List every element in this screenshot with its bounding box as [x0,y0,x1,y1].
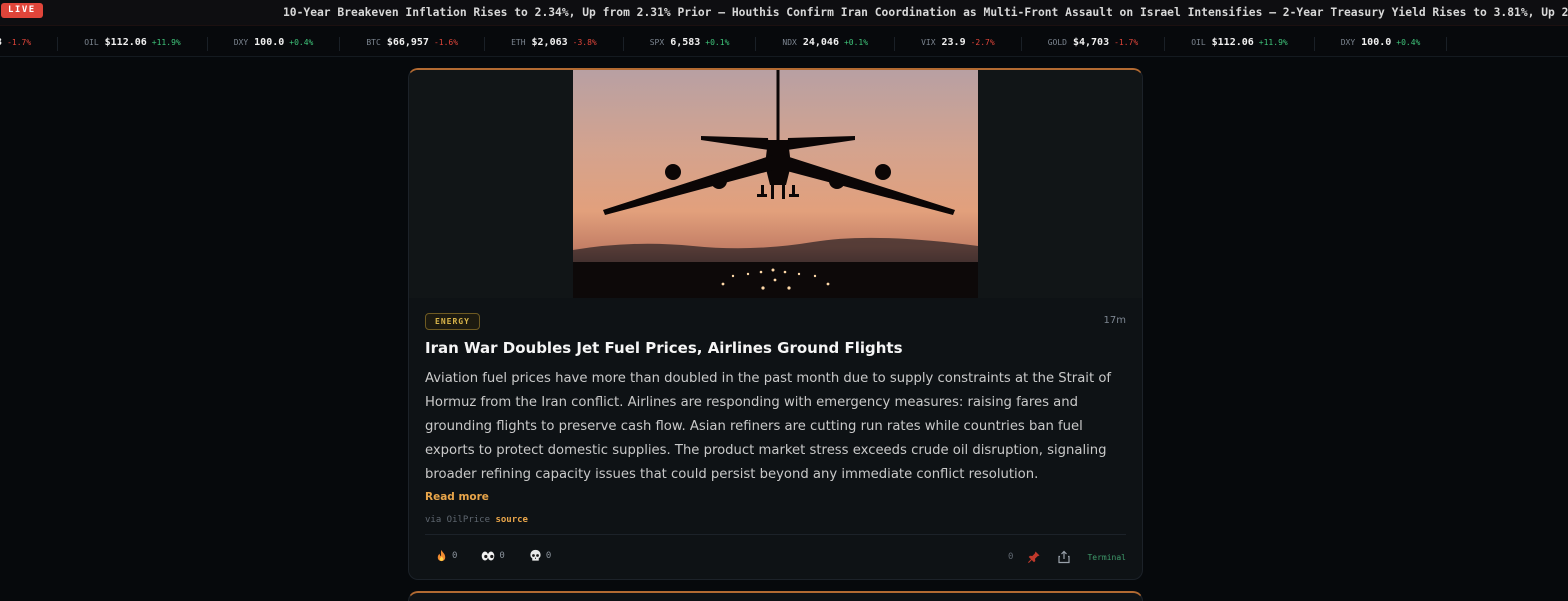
fire-icon [437,549,446,562]
quote-item[interactable]: OIL $112.06 +11.9% [1165,37,1315,51]
quote-change: -1.6% [433,38,459,47]
quote-change: +0.4% [289,38,314,47]
pin-button[interactable] [1025,548,1043,566]
article-image-airplane-landing [573,70,978,298]
quote-price: 6,583 [670,37,701,48]
quote-item[interactable]: SPX 6,583 +0.1% [624,37,757,51]
quote-item[interactable]: OIL $112.06 +11.9% [58,37,208,51]
reaction-bar: 0 0 0 [435,549,575,562]
quote-change: +0.1% [843,38,869,47]
market-quote-ticker: ,703 -1.7% OIL $112.06 +11.9% DXY 100.0 +0.4% BT… [0,27,1568,57]
quote-change: +11.9% [1258,38,1288,47]
pin-count: 0 [1008,552,1014,562]
read-more-link[interactable]: Read more [425,491,489,503]
article-timestamp: 17m [1103,315,1126,326]
eyes-count: 0 [499,550,505,561]
quote-symbol: DXY [233,38,249,47]
quote-symbol: OIL [1191,38,1206,47]
reaction-skull-button[interactable]: 0 [529,549,551,562]
quote-change: -3.8% [572,38,597,47]
reaction-fire-button[interactable]: 0 [435,549,457,562]
quote-item[interactable]: BTC $66,957 -1.6% [340,37,486,51]
card-actions: 0 Terminal [1008,548,1126,566]
live-badge: LIVE [1,3,43,18]
quote-symbol: ETH [511,38,526,47]
article-image-frame [409,70,1142,298]
quote-change: -1.7% [7,38,32,47]
skull-count: 0 [545,550,552,561]
quote-price: $112.06 [104,37,147,48]
quote-price: 100.0 [254,37,285,48]
source-attribution: via OilPrice source [425,515,528,525]
quote-change: +0.4% [1396,38,1421,47]
quote-item[interactable]: ,703 -1.7% [0,37,59,51]
reaction-eyes-button[interactable]: 0 [481,550,505,562]
quote-change: +11.9% [151,38,181,47]
quote-item[interactable]: NDX 24,046 +0.1% [756,37,896,51]
quote-item[interactable]: DXY 100.0 +0.4% [1315,37,1448,51]
quote-price: $66,957 [386,37,429,48]
via-label: via OilPrice [425,515,491,525]
quote-item[interactable]: GOLD $4,703 -1.7% [1022,37,1166,51]
eyes-icon [482,551,495,560]
quote-symbol: OIL [84,38,99,47]
quote-symbol: VIX [921,38,936,47]
quote-price: $4,703 [1072,37,1110,48]
card-divider [425,534,1126,535]
quote-price: 24,046 [802,37,839,48]
quote-price: 23.9 [941,37,966,48]
source-link[interactable]: source [495,515,528,525]
quote-change: +0.1% [705,38,730,47]
quote-symbol: BTC [366,38,381,47]
quote-symbol: GOLD [1047,38,1067,47]
share-icon [1058,550,1071,564]
quote-price: 100.0 [1361,37,1392,48]
share-button[interactable] [1055,548,1073,566]
article-summary: Aviation fuel prices have more than doub… [425,371,1112,482]
skull-icon [530,549,541,561]
quote-track: ,703 -1.7% OIL $112.06 +11.9% DXY 100.0 +0.4% BT… [0,37,1448,51]
breaking-news-ticker: LIVE 10-Year Breakeven Inflation Rises t… [0,0,1568,26]
quote-price: $112.06 [1211,37,1254,48]
quote-item[interactable]: VIX 23.9 -2.7% [895,37,1022,51]
pin-icon [1028,551,1040,563]
fire-count: 0 [452,550,458,561]
quote-price: $2,063 [531,37,568,48]
next-news-card [408,591,1143,601]
quote-symbol: DXY [1340,38,1356,47]
category-badge[interactable]: ENERGY [425,313,480,330]
headline-scroll-text[interactable]: 10-Year Breakeven Inflation Rises to 2.3… [283,6,1568,19]
quote-symbol: SPX [649,38,665,47]
quote-change: -2.7% [970,38,995,47]
quote-item[interactable]: DXY 100.0 +0.4% [208,37,341,51]
quote-price: ,703 [0,37,2,48]
article-title[interactable]: Iran War Doubles Jet Fuel Prices, Airlin… [425,339,903,357]
news-card: ENERGY 17m Iran War Doubles Jet Fuel Pri… [408,68,1143,580]
quote-symbol: NDX [782,38,797,47]
quote-change: -1.7% [1114,38,1139,47]
terminal-link[interactable]: Terminal [1087,553,1126,562]
quote-item[interactable]: ETH $2,063 -3.8% [485,37,624,51]
